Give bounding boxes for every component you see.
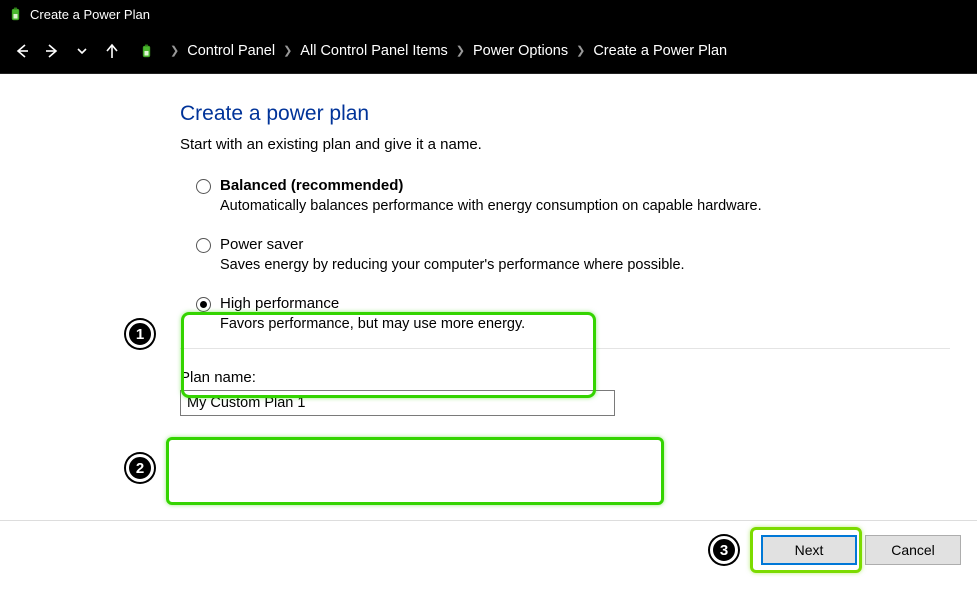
step-badge-1: 1: [126, 320, 154, 348]
chevron-right-icon: ❯: [283, 44, 292, 57]
breadcrumb: ❯ Control Panel ❯ All Control Panel Item…: [170, 43, 727, 59]
button-row: Next Cancel: [0, 520, 977, 565]
highlight-step-2: [166, 437, 664, 505]
window-title: Create a Power Plan: [30, 7, 150, 22]
radio-powersaver[interactable]: [196, 238, 211, 253]
plan-option-powersaver[interactable]: Power saver Saves energy by reducing you…: [180, 236, 957, 273]
plan-name-section: Plan name:: [180, 369, 957, 416]
divider: [180, 348, 950, 349]
plan-desc: Saves energy by reducing your computer's…: [220, 257, 957, 273]
breadcrumb-control-panel[interactable]: Control Panel: [187, 43, 275, 59]
plan-label: High performance: [220, 295, 957, 312]
breadcrumb-current[interactable]: Create a Power Plan: [593, 43, 727, 59]
plan-label: Power saver: [220, 236, 957, 253]
plan-option-highperf[interactable]: High performance Favors performance, but…: [180, 295, 957, 332]
step-badge-2: 2: [126, 454, 154, 482]
next-button[interactable]: Next: [761, 535, 857, 565]
chevron-right-icon: ❯: [456, 44, 465, 57]
plan-desc: Favors performance, but may use more ene…: [220, 316, 957, 332]
chevron-right-icon: ❯: [576, 44, 585, 57]
plan-label: Balanced (recommended): [220, 177, 957, 194]
cancel-button[interactable]: Cancel: [865, 535, 961, 565]
breadcrumb-all-items[interactable]: All Control Panel Items: [300, 43, 447, 59]
main-content: Create a power plan Start with an existi…: [0, 74, 977, 436]
step-badge-3: 3: [710, 536, 738, 564]
title-bar: Create a Power Plan: [0, 0, 977, 28]
radio-balanced[interactable]: [196, 179, 211, 194]
breadcrumb-power-options[interactable]: Power Options: [473, 43, 568, 59]
chevron-right-icon: ❯: [170, 44, 179, 57]
battery-app-icon: [8, 6, 24, 22]
plan-name-input[interactable]: [180, 390, 615, 416]
nav-up-button[interactable]: [102, 41, 122, 61]
nav-forward-button[interactable]: [42, 41, 62, 61]
plan-desc: Automatically balances performance with …: [220, 198, 957, 214]
page-title: Create a power plan: [180, 102, 957, 126]
battery-location-icon: [138, 42, 156, 60]
plan-option-balanced[interactable]: Balanced (recommended) Automatically bal…: [180, 177, 957, 214]
radio-highperf[interactable]: [196, 297, 211, 312]
plan-name-label: Plan name:: [180, 369, 957, 386]
nav-bar: ❯ Control Panel ❯ All Control Panel Item…: [0, 28, 977, 74]
nav-recent-dropdown[interactable]: [72, 41, 92, 61]
nav-back-button[interactable]: [12, 41, 32, 61]
page-subtitle: Start with an existing plan and give it …: [180, 136, 957, 153]
